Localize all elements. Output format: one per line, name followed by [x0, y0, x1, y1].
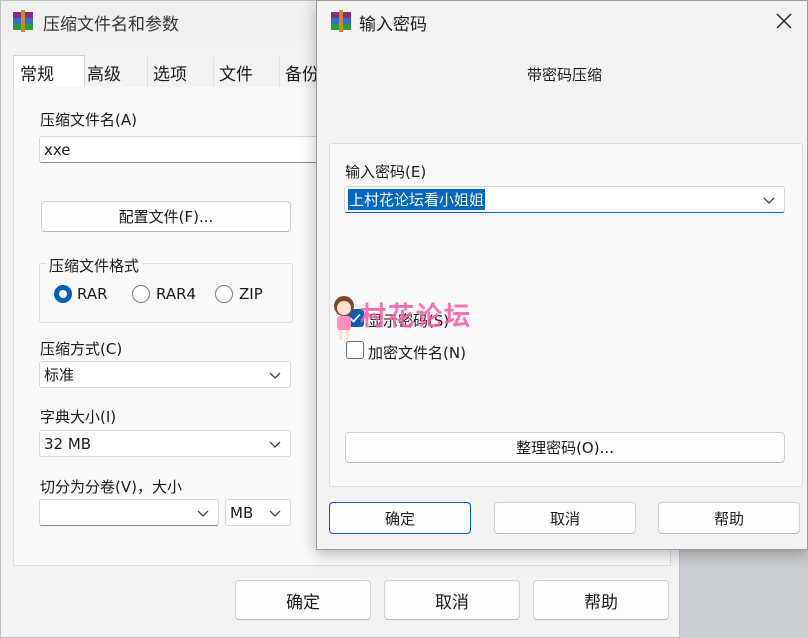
method-value: 标准: [44, 366, 75, 384]
dict-value: 32 MB: [44, 434, 92, 453]
watermark-text: 村花论坛: [360, 302, 473, 332]
watermark-mascot-icon: [334, 296, 354, 340]
password-label: 输入密码(E): [345, 163, 427, 181]
profiles-button[interactable]: 配置文件(F)...: [41, 201, 291, 232]
tab-advanced[interactable]: 高级: [81, 57, 148, 87]
chevron-down-icon: [763, 197, 775, 204]
radio-zip-label: ZIP: [239, 285, 263, 303]
password-value: 上村花论坛看小姐姐: [348, 189, 486, 210]
main-cancel-button[interactable]: 取消: [384, 580, 520, 620]
method-label: 压缩方式(C): [40, 340, 123, 358]
split-unit-value: MB: [230, 503, 254, 522]
archive-name-input[interactable]: xxe: [39, 136, 329, 163]
dialog-cancel-button[interactable]: 取消: [494, 502, 636, 534]
split-unit-select[interactable]: MB: [225, 499, 291, 526]
archive-name-label: 压缩文件名(A): [40, 111, 137, 129]
chevron-down-icon: [269, 441, 281, 448]
chevron-down-icon: [269, 510, 281, 517]
radio-rar4[interactable]: [132, 285, 150, 303]
organize-passwords-button[interactable]: 整理密码(O)...: [345, 432, 785, 463]
radio-rar[interactable]: [54, 285, 72, 303]
dict-select[interactable]: 32 MB: [39, 430, 291, 457]
dict-label: 字典大小(I): [40, 408, 117, 426]
split-size-input[interactable]: [39, 499, 219, 526]
chevron-down-icon: [197, 510, 209, 517]
radio-rar4-label: RAR4: [156, 285, 197, 303]
radio-rar-label: RAR: [77, 285, 108, 303]
method-select[interactable]: 标准: [39, 361, 291, 388]
password-input[interactable]: 上村花论坛看小姐姐: [344, 186, 785, 213]
dialog-title: 输入密码: [359, 15, 427, 35]
tab-general[interactable]: 常规: [13, 55, 85, 88]
winrar-app-icon: [331, 10, 351, 32]
tab-options[interactable]: 选项: [147, 57, 214, 87]
tab-files[interactable]: 文件: [213, 57, 280, 87]
winrar-app-icon: [13, 10, 33, 32]
encrypt-names-label: 加密文件名(N): [368, 344, 466, 362]
main-window-title: 压缩文件名和参数: [43, 15, 179, 35]
password-dialog: 输入密码 带密码压缩 输入密码(E) 上村花论坛看小姐姐 显示密码(S) 加密文…: [316, 0, 808, 550]
split-label: 切分为分卷(V)，大小: [40, 478, 182, 496]
dialog-help-button[interactable]: 帮助: [658, 502, 800, 534]
radio-zip[interactable]: [215, 285, 233, 303]
dialog-ok-button[interactable]: 确定: [329, 502, 471, 534]
format-group-label: 压缩文件格式: [46, 255, 143, 276]
main-ok-button[interactable]: 确定: [235, 580, 371, 620]
close-icon[interactable]: [774, 11, 794, 31]
dialog-subtitle: 带密码压缩: [527, 66, 603, 84]
chevron-down-icon: [269, 372, 281, 379]
archive-name-value: xxe: [44, 140, 71, 159]
main-help-button[interactable]: 帮助: [533, 580, 669, 620]
